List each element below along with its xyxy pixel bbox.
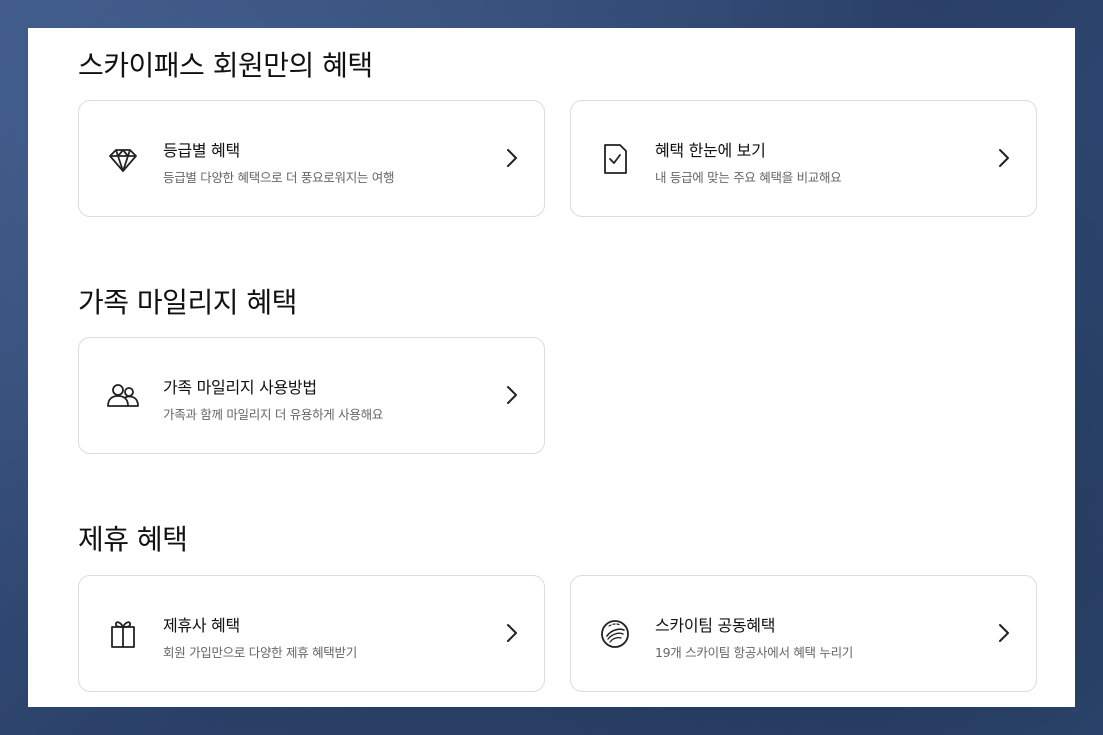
section-title-family-mileage: 가족 마일리지 혜택 xyxy=(78,286,297,319)
section-title-partner-benefits: 제휴 혜택 xyxy=(78,523,188,556)
chevron-right-icon xyxy=(507,624,517,642)
content-panel: 스카이패스 회원만의 혜택 등급별 혜택 등급별 다양한 혜택으로 더 풍요로워… xyxy=(28,28,1075,707)
card-description: 가족과 함께 마일리지 더 유용하게 사용해요 xyxy=(163,407,383,422)
section-title-skypass-benefits: 스카이패스 회원만의 혜택 xyxy=(78,49,373,82)
card-title: 혜택 한눈에 보기 xyxy=(655,141,766,160)
card-family-mileage-usage[interactable]: 가족 마일리지 사용방법 가족과 함께 마일리지 더 유용하게 사용해요 xyxy=(78,337,545,454)
family-icon xyxy=(105,378,141,414)
card-title: 등급별 혜택 xyxy=(163,141,240,160)
card-description: 내 등급에 맞는 주요 혜택을 비교해요 xyxy=(655,170,842,185)
checklist-doc-icon xyxy=(597,141,633,177)
card-title: 스카이팀 공동혜택 xyxy=(655,616,776,635)
card-partner-benefits[interactable]: 제휴사 혜택 회원 가입만으로 다양한 제휴 혜택받기 xyxy=(78,575,545,692)
card-grade-benefits[interactable]: 등급별 혜택 등급별 다양한 혜택으로 더 풍요로워지는 여행 xyxy=(78,100,545,217)
gift-icon xyxy=(105,616,141,652)
diamond-icon xyxy=(105,141,141,177)
chevron-right-icon xyxy=(507,149,517,167)
card-description: 등급별 다양한 혜택으로 더 풍요로워지는 여행 xyxy=(163,170,395,185)
card-benefits-overview[interactable]: 혜택 한눈에 보기 내 등급에 맞는 주요 혜택을 비교해요 xyxy=(570,100,1037,217)
card-title: 제휴사 혜택 xyxy=(163,616,240,635)
skyteam-icon xyxy=(597,616,633,652)
card-description: 회원 가입만으로 다양한 제휴 혜택받기 xyxy=(163,645,357,660)
card-description: 19개 스카이팀 항공사에서 혜택 누리기 xyxy=(655,645,854,660)
chevron-right-icon xyxy=(999,624,1009,642)
card-skyteam-benefits[interactable]: 스카이팀 공동혜택 19개 스카이팀 항공사에서 혜택 누리기 xyxy=(570,575,1037,692)
chevron-right-icon xyxy=(507,386,517,404)
chevron-right-icon xyxy=(999,149,1009,167)
card-title: 가족 마일리지 사용방법 xyxy=(163,378,317,397)
